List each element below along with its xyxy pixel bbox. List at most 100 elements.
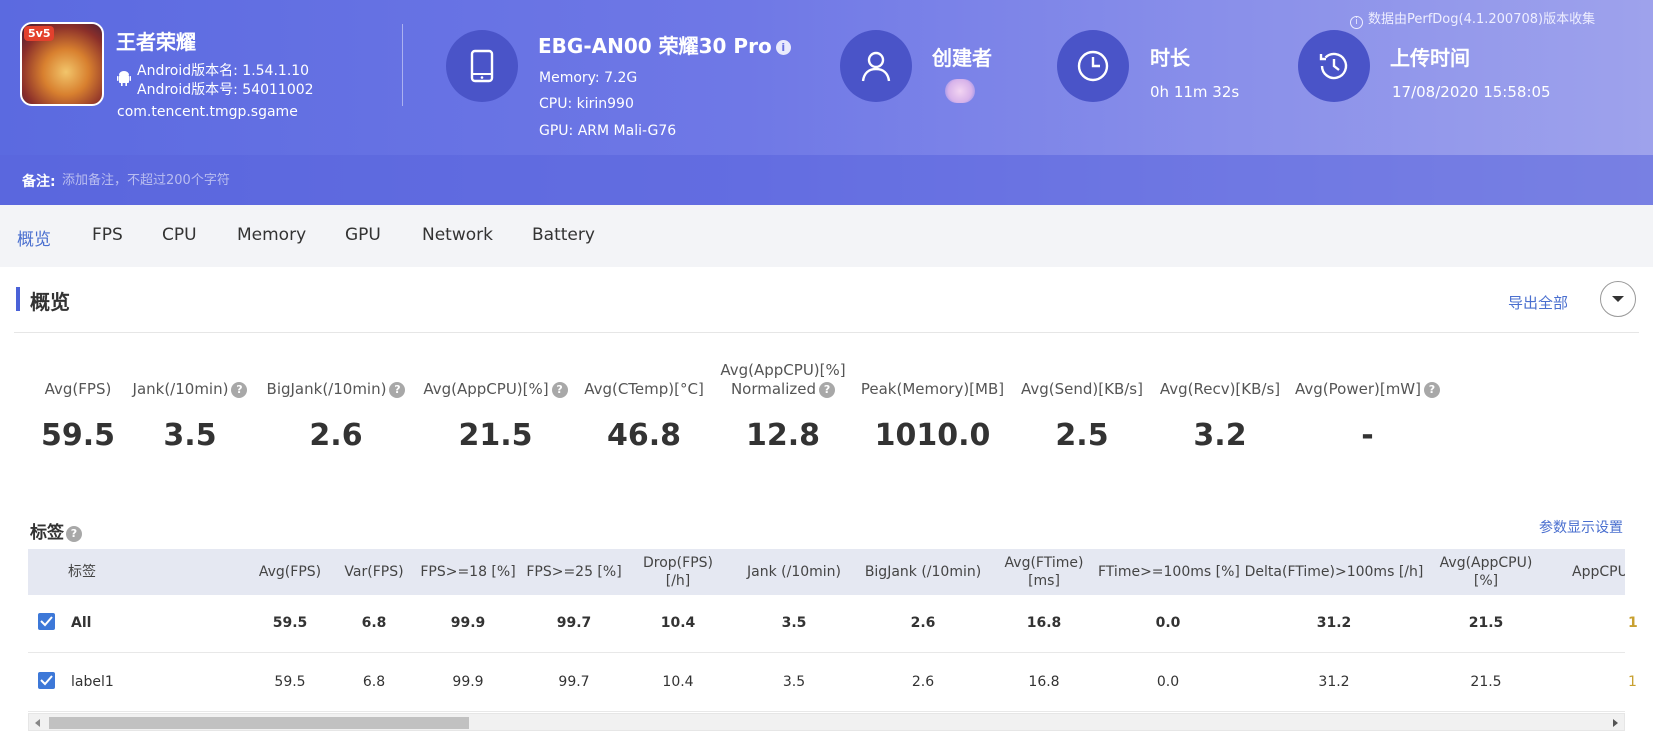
- clock-icon: [1077, 50, 1109, 82]
- help-icon[interactable]: ?: [231, 382, 248, 398]
- tab-battery[interactable]: Battery: [532, 225, 595, 245]
- col-avg-appcpu-l2: [%]: [1473, 573, 1499, 589]
- remark-bar: 备注:: [0, 155, 1653, 205]
- metric-value-avg-appcpu: 21.5: [458, 418, 533, 453]
- scroll-right-arrow-icon[interactable]: [1613, 719, 1618, 727]
- device-cpu: CPU: kirin990: [539, 96, 634, 112]
- metric-value-peak-memory: 1010.0: [874, 418, 991, 453]
- param-display-settings-link[interactable]: 参数显示设置: [1539, 517, 1623, 537]
- header-info: 5v5 王者荣耀 Android版本名: 1.54.1.10 Android版本…: [0, 0, 1653, 155]
- horizontal-scrollbar[interactable]: [28, 713, 1625, 731]
- col-avg-appcpu: Avg(AppCPU) [%]: [1436, 554, 1536, 590]
- help-icon[interactable]: ?: [389, 382, 406, 398]
- perfdog-note: i 数据由PerfDog(4.1.200708)版本收集: [1350, 8, 1595, 29]
- table-row-all[interactable]: All 59.5 6.8 99.9 99.7 10.4 3.5 2.6 16.8…: [28, 595, 1638, 653]
- col-fps-18: FPS>=18 [%]: [420, 564, 516, 580]
- cell-label: label1: [71, 674, 114, 690]
- metric-label-text: BigJank(/10min): [266, 380, 387, 398]
- user-icon: [861, 51, 891, 82]
- upload-value: 17/08/2020 15:58:05: [1392, 83, 1551, 101]
- cell-avg-appcpu: 21.5: [1468, 615, 1504, 631]
- metric-value-avg-fps: 59.5: [40, 418, 116, 453]
- metric-label-text: Avg(Send)[KB/s]: [1021, 380, 1143, 398]
- metric-value-bigjank: 2.6: [309, 418, 363, 453]
- metric-value-avg-power: -: [1361, 418, 1374, 453]
- col-label: 标签: [68, 564, 96, 580]
- info-outline-icon: i: [1350, 16, 1363, 29]
- overview-title: 概览: [30, 290, 70, 314]
- help-icon[interactable]: ?: [66, 526, 82, 542]
- check-icon: [40, 675, 53, 686]
- tab-cpu[interactable]: CPU: [162, 225, 197, 245]
- tablet-icon: [470, 49, 494, 83]
- cell-delta-ftime: 31.2: [1316, 615, 1352, 631]
- col-delta-ftime: Delta(FTime)>100ms [/h]: [1244, 564, 1424, 580]
- cell-avg-fps: 59.5: [272, 615, 308, 631]
- metric-label-text: Avg(AppCPU)[%]: [720, 361, 846, 379]
- metric-label-text: Avg(Power)[mW]: [1295, 380, 1421, 398]
- help-icon[interactable]: ?: [1423, 382, 1440, 398]
- section-divider: [14, 332, 1639, 333]
- tab-memory[interactable]: Memory: [237, 225, 306, 245]
- help-icon[interactable]: ?: [819, 382, 836, 398]
- device-title: EBG-AN00 荣耀30 Pro i: [538, 30, 791, 59]
- export-all-link[interactable]: 导出全部: [1508, 292, 1568, 313]
- metric-label-avg-send: Avg(Send)[KB/s]: [1018, 380, 1146, 399]
- chevron-down-icon: [1612, 296, 1624, 302]
- cell-avg-ftime: 16.8: [1028, 674, 1060, 690]
- check-icon: [40, 616, 53, 627]
- cell-fps-25: 99.7: [556, 615, 592, 631]
- cell-avg-ftime: 16.8: [1026, 615, 1062, 631]
- cell-var-fps: 6.8: [361, 615, 387, 631]
- scroll-thumb[interactable]: [49, 717, 469, 729]
- scroll-left-arrow-icon[interactable]: [35, 719, 40, 727]
- help-icon[interactable]: ?: [551, 382, 568, 398]
- app-version-code: Android版本号: 54011002: [137, 82, 314, 98]
- metric-label-text: Avg(CTemp)[°C]: [584, 380, 704, 398]
- collapse-button[interactable]: [1600, 281, 1636, 317]
- col-drop-fps-l2: [/h]: [665, 573, 691, 589]
- android-icon: [117, 71, 131, 86]
- remark-input[interactable]: [62, 167, 462, 193]
- metric-label-avg-recv: Avg(Recv)[KB/s]: [1156, 380, 1284, 399]
- duration-title: 时长: [1150, 46, 1190, 70]
- col-bigjank: BigJank (/10min): [864, 564, 982, 580]
- cell-fps-18: 99.9: [450, 615, 486, 631]
- tags-title-text: 标签: [30, 523, 64, 543]
- metric-label-ctemp: Avg(CTemp)[°C]: [584, 380, 704, 399]
- tab-gpu[interactable]: GPU: [345, 225, 381, 245]
- tags-title: 标签?: [30, 518, 82, 543]
- col-appcpu-clipped: AppCPU: [1572, 564, 1625, 580]
- metric-value-avg-recv: 3.2: [1193, 418, 1247, 453]
- device-gpu: GPU: ARM Mali-G76: [539, 123, 677, 139]
- col-avg-ftime-l1: Avg(FTime): [1004, 555, 1084, 571]
- tab-overview[interactable]: 概览: [17, 225, 51, 250]
- row-checkbox[interactable]: [38, 613, 55, 630]
- tab-bar: 概览 FPS CPU Memory GPU Network Battery: [0, 205, 1653, 267]
- table-row-label1[interactable]: label1 59.5 6.8 99.9 99.7 10.4 3.5 2.6 1…: [28, 654, 1637, 712]
- cell-jank: 3.5: [782, 674, 806, 690]
- row-checkbox[interactable]: [38, 672, 55, 689]
- metric-value-appcpu-normalized: 12.8: [745, 418, 821, 453]
- cell-ftime-100: 0.0: [1156, 674, 1180, 690]
- tab-fps[interactable]: FPS: [92, 225, 123, 245]
- metric-label-text: Jank(/10min): [132, 380, 229, 398]
- creator-title: 创建者: [932, 46, 992, 70]
- info-icon[interactable]: i: [775, 40, 791, 55]
- cell-bigjank: 2.6: [910, 615, 936, 631]
- col-avg-fps: Avg(FPS): [258, 564, 322, 580]
- device-circle: [446, 30, 518, 102]
- cell-drop-fps: 10.4: [662, 674, 694, 690]
- creator-circle: [840, 30, 912, 102]
- section-accent-bar: [16, 287, 20, 311]
- tab-network[interactable]: Network: [422, 225, 493, 245]
- report-header: 5v5 王者荣耀 Android版本名: 1.54.1.10 Android版本…: [0, 0, 1653, 205]
- creator-avatar-blurred: [945, 79, 975, 103]
- cell-fps-18: 99.9: [452, 674, 484, 690]
- cell-jank: 3.5: [781, 615, 807, 631]
- col-jank: Jank (/10min): [747, 564, 841, 580]
- metric-value-jank: 3.5: [163, 418, 217, 453]
- cell-delta-ftime: 31.2: [1318, 674, 1350, 690]
- metric-label-text: Avg(FPS): [44, 380, 112, 398]
- cell-label: All: [71, 615, 92, 631]
